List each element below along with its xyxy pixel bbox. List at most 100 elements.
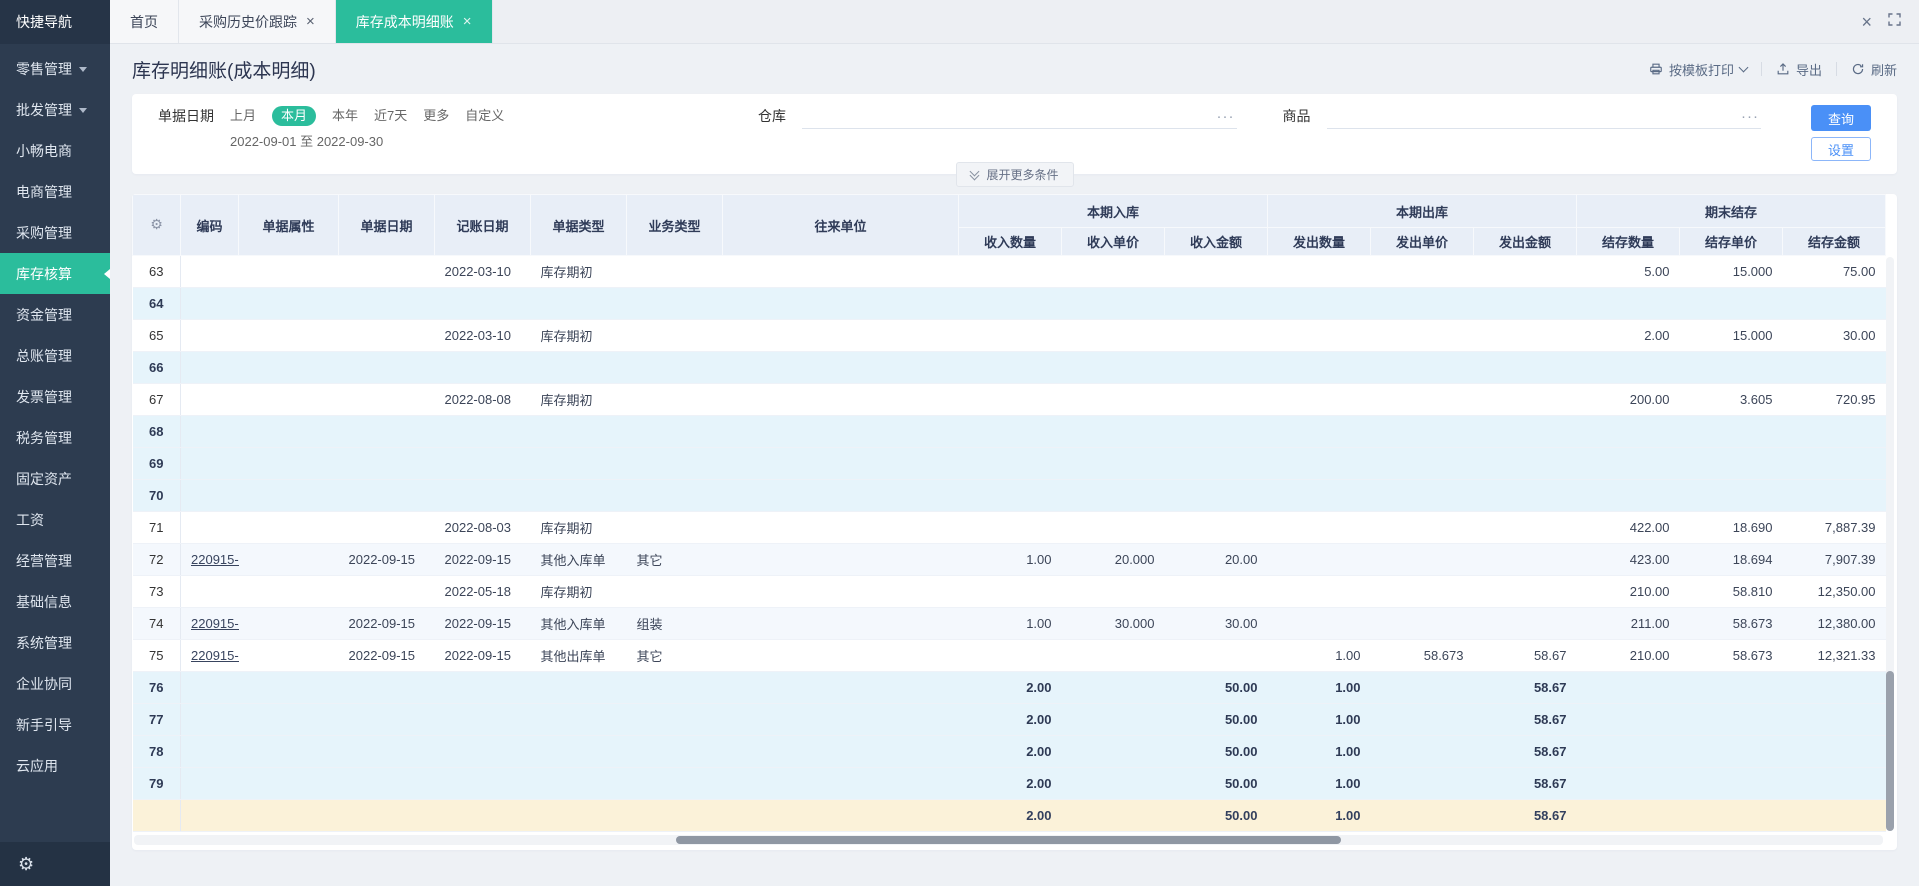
refresh-button[interactable]: 刷新: [1851, 60, 1897, 79]
cell-record-date: [434, 671, 531, 704]
ledger-table-card: ⚙ 编码 单据属性 单据日期 记账日期 单据类型 业务类型 往来单位 本期入库 本期出库 期末结存 …: [132, 194, 1897, 850]
close-icon[interactable]: ×: [306, 13, 315, 30]
cell-in-price: [1061, 671, 1165, 704]
sidebar-item-enterprise-collaboration[interactable]: 企业协同: [0, 663, 110, 704]
tab-home[interactable]: 首页: [110, 0, 179, 43]
query-button[interactable]: 查询: [1811, 105, 1871, 131]
row-number: 65: [132, 319, 181, 352]
cell-balance-price: 3.605: [1679, 383, 1783, 416]
sidebar-nav: 零售管理 批发管理 小畅电商 电商管理 采购管理库存核算资金管理总账管理 发票管理 税务管理…: [0, 44, 110, 842]
cell-doc-date: [338, 255, 435, 288]
cell-out-price: [1370, 383, 1474, 416]
cell-out-qty: [1267, 447, 1371, 480]
date-option-this-year[interactable]: 本年: [332, 105, 358, 127]
sidebar-item-purchase[interactable]: 采购管理: [0, 212, 110, 253]
sidebar-item-tax[interactable]: 税务管理: [0, 417, 110, 458]
sidebar-item-invoice[interactable]: 发票管理: [0, 376, 110, 417]
print-label: 按模板打印: [1668, 62, 1734, 78]
sidebar-item-label: 资金管理: [16, 306, 72, 323]
cell-in-qty: [958, 319, 1062, 352]
date-option-custom[interactable]: 自定义: [465, 105, 504, 127]
warehouse-picker-ellipsis-icon[interactable]: ···: [1215, 109, 1237, 124]
cell-record-date: 2022-03-10: [434, 255, 531, 288]
cell-code[interactable]: 220915-0: [180, 607, 239, 640]
sidebar-item-payroll[interactable]: 工资: [0, 499, 110, 540]
vertical-scrollbar-thumb[interactable]: [1886, 671, 1894, 831]
cell-code: [180, 287, 239, 320]
cell-in-price: [1061, 255, 1165, 288]
column-header: 收入数量: [958, 227, 1062, 256]
cell-in-price: [1061, 319, 1165, 352]
date-option-last-month[interactable]: 上月: [230, 105, 256, 127]
export-button[interactable]: 导出: [1776, 60, 1822, 79]
close-icon[interactable]: ×: [463, 13, 472, 30]
filter-buttons: 查询 设置: [1811, 105, 1871, 161]
sidebar-item-cloud-apps[interactable]: 云应用: [0, 745, 110, 786]
sidebar-item-funds[interactable]: 资金管理: [0, 294, 110, 335]
cell-in-qty: 2.00: [958, 799, 1062, 832]
date-option-this-month[interactable]: 本月: [272, 106, 317, 126]
cell-in-amount: [1164, 351, 1268, 384]
horizontal-scrollbar[interactable]: [134, 835, 1883, 845]
row-number: [132, 799, 181, 832]
cell-biz-type: [626, 255, 723, 288]
cell-out-price: [1370, 671, 1474, 704]
column-settings-gear-icon[interactable]: ⚙: [132, 194, 181, 256]
cell-doc-date: [338, 319, 435, 352]
export-icon: [1776, 62, 1790, 76]
print-by-template-button[interactable]: 按模板打印: [1649, 60, 1749, 79]
tab-purchase-price-history[interactable]: 采购历史价跟踪 ×: [179, 0, 336, 43]
date-option-more[interactable]: 更多: [423, 105, 449, 127]
product-input[interactable]: ···: [1326, 105, 1761, 129]
sidebar-item-label: 库存核算: [16, 265, 72, 282]
sidebar-item-retail[interactable]: 零售管理: [0, 48, 110, 89]
cell-in-qty: 2.00: [958, 735, 1062, 768]
close-icon[interactable]: ×: [1861, 13, 1872, 31]
sidebar-item-quick-nav[interactable]: 快捷导航: [0, 0, 110, 44]
cell-in-amount: [1164, 383, 1268, 416]
cell-code[interactable]: 220915-0: [180, 639, 239, 672]
cell-out-price: [1370, 511, 1474, 544]
cell-biz-type: [626, 575, 723, 608]
sidebar-item-general-ledger[interactable]: 总账管理: [0, 335, 110, 376]
cell-partner: [722, 287, 959, 320]
sidebar-item-beginner-guide[interactable]: 新手引导: [0, 704, 110, 745]
cell-code: [180, 383, 239, 416]
vertical-scrollbar[interactable]: [1886, 257, 1894, 831]
warehouse-input[interactable]: ···: [802, 105, 1237, 129]
cell-doc-date: [338, 383, 435, 416]
cell-balance-price: [1679, 799, 1783, 832]
sidebar-item-wholesale[interactable]: 批发管理: [0, 89, 110, 130]
date-option-last-7-days[interactable]: 近7天: [374, 105, 407, 127]
cell-partner: [722, 511, 959, 544]
cell-code[interactable]: 220915-0: [180, 543, 239, 576]
sidebar-item-inventory-accounting[interactable]: 库存核算: [0, 253, 110, 294]
window-controls: ×: [1843, 0, 1919, 43]
cell-doc-type: [530, 703, 627, 736]
gear-icon[interactable]: ⚙: [18, 854, 34, 875]
sidebar-item-system[interactable]: 系统管理: [0, 622, 110, 663]
cell-in-amount: [1164, 287, 1268, 320]
sidebar-item-ecommerce[interactable]: 电商管理: [0, 171, 110, 212]
cell-out-amount: [1473, 543, 1577, 576]
horizontal-scrollbar-thumb[interactable]: [676, 836, 1341, 844]
cell-out-qty: [1267, 287, 1371, 320]
ledger-table-body: 63 2022-03-10 库存期初 5.00 15.000 75.00 64 65 2022-…: [132, 255, 1886, 832]
column-header: 结存数量: [1576, 227, 1680, 256]
tab-label: 首页: [130, 13, 158, 30]
fullscreen-icon[interactable]: [1888, 12, 1901, 31]
settings-button[interactable]: 设置: [1811, 137, 1871, 161]
cell-in-amount: 20.00: [1164, 543, 1268, 576]
tab-inventory-cost-detail[interactable]: 库存成本明细账 ×: [335, 0, 493, 43]
sidebar-item-business-management[interactable]: 经营管理: [0, 540, 110, 581]
cell-in-qty: [958, 351, 1062, 384]
expand-more-filters-button[interactable]: 展开更多条件: [955, 162, 1074, 187]
product-picker-ellipsis-icon[interactable]: ···: [1739, 109, 1761, 124]
sidebar-item-xiaochang-ecommerce[interactable]: 小畅电商: [0, 130, 110, 171]
column-header: 单据日期: [338, 194, 435, 256]
cell-doc-attribute: [238, 735, 339, 768]
sidebar-item-basic-info[interactable]: 基础信息: [0, 581, 110, 622]
cell-balance-price: 15.000: [1679, 319, 1783, 352]
cell-partner: [722, 415, 959, 448]
sidebar-item-fixed-assets[interactable]: 固定资产: [0, 458, 110, 499]
